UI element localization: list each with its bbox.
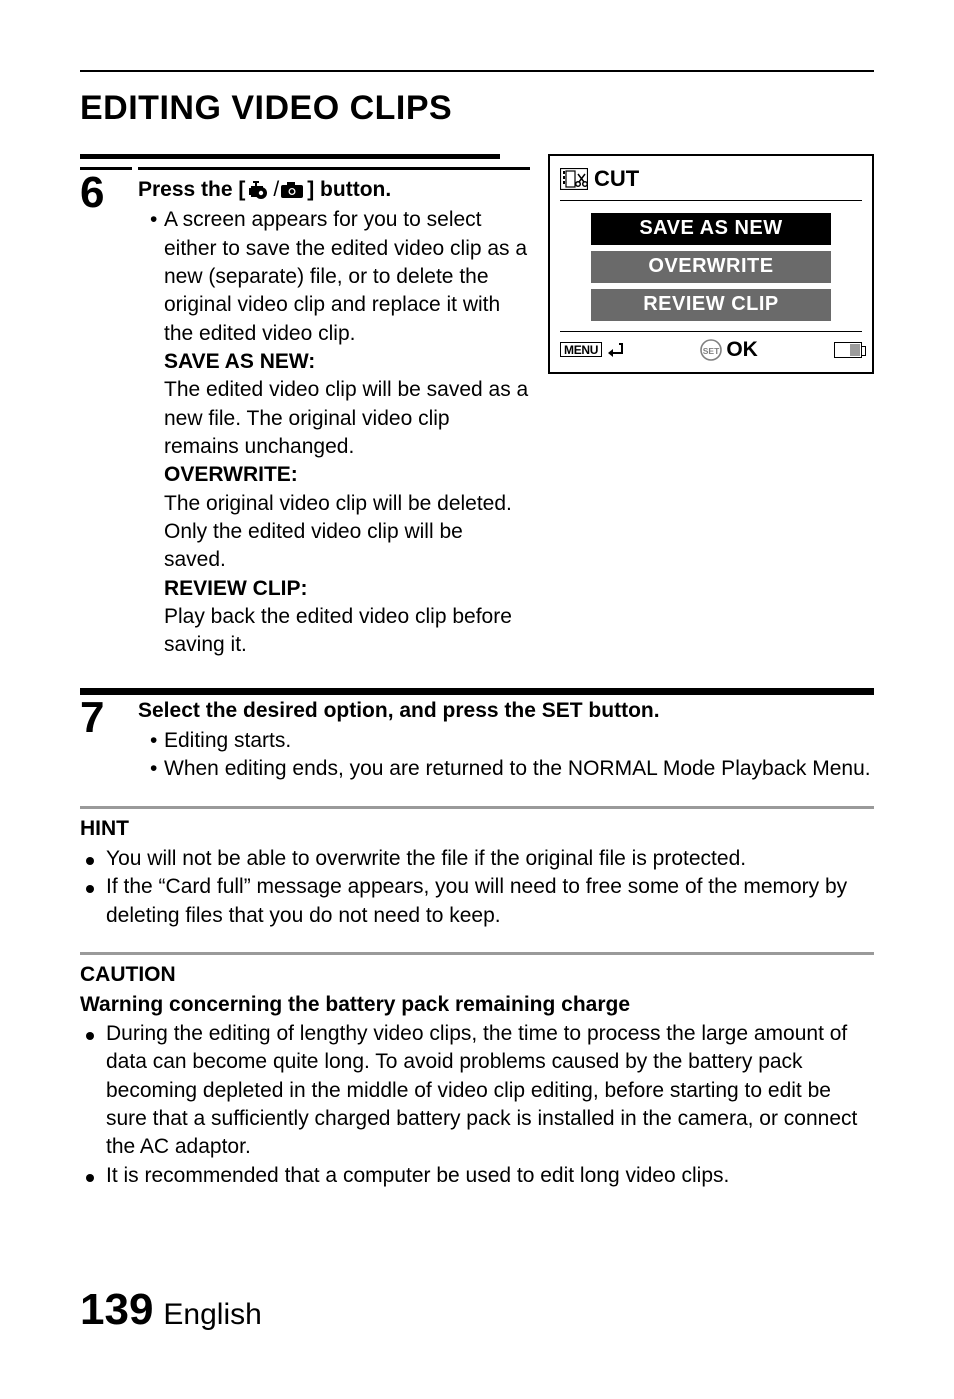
hint-label: HINT (80, 815, 874, 843)
video-camera-icon (249, 181, 271, 199)
review-clip-text: Play back the edited video clip before s… (164, 603, 530, 660)
bullet-dot: • (150, 206, 164, 348)
step-6-heading: Press the [ / (138, 176, 530, 204)
menu-item-save-as-new: SAVE AS NEW (591, 213, 831, 245)
step-6: 6 Press the [ (80, 167, 530, 660)
bullet-dot: • (150, 755, 164, 783)
caution-label: CAUTION (80, 961, 874, 989)
caution-bullet-2: It is recommended that a computer be use… (106, 1162, 729, 1190)
hint-bullet-2: If the “Card full” message appears, you … (106, 873, 874, 930)
caution-subheading: Warning concerning the battery pack rema… (80, 991, 874, 1019)
step-7-bullet-2: When editing ends, you are returned to t… (164, 755, 871, 783)
page-number: 139 (80, 1280, 153, 1339)
slash-separator: / (273, 176, 279, 204)
battery-icon (834, 342, 862, 358)
svg-text:SET: SET (703, 346, 720, 356)
set-button-icon: SET (700, 339, 722, 361)
step-7: 7 Select the desired option, and press t… (80, 695, 874, 784)
hint-bullet-1: You will not be able to overwrite the fi… (106, 845, 746, 873)
screen-title: CUT (594, 164, 639, 194)
ok-label: OK (726, 336, 758, 364)
bullet-dot (86, 1020, 106, 1162)
bullet-dot (86, 873, 106, 930)
review-clip-label: REVIEW CLIP: (164, 575, 530, 603)
photo-camera-icon (281, 182, 303, 198)
page-footer: 139 English (80, 1280, 874, 1339)
bullet-dot (86, 845, 106, 873)
step-7-heading: Select the desired option, and press the… (138, 697, 874, 725)
step-7-head-text: Select the desired option, and press the… (138, 697, 660, 725)
page-language: English (163, 1295, 261, 1336)
save-as-new-text: The edited video clip will be saved as a… (164, 376, 530, 461)
bullet-dot (86, 1162, 106, 1190)
menu-badge: MENU (560, 342, 602, 357)
menu-item-overwrite: OVERWRITE (591, 251, 831, 283)
page-title: EDITING VIDEO CLIPS (80, 86, 874, 132)
bullet-dot: • (150, 727, 164, 755)
save-as-new-label: SAVE AS NEW: (164, 348, 530, 376)
step-7-bullet-1: Editing starts. (164, 727, 291, 755)
overwrite-text: The original video clip will be deleted.… (164, 490, 530, 575)
camera-screen: CUT SAVE AS NEW OVERWRITE REVIEW CLIP ME… (548, 154, 874, 374)
return-arrow-icon (606, 342, 624, 358)
menu-item-review-clip: REVIEW CLIP (591, 289, 831, 321)
caution-bullet-1: During the editing of lengthy video clip… (106, 1020, 874, 1162)
overwrite-label: OVERWRITE: (164, 461, 530, 489)
step-6-number: 6 (80, 170, 132, 216)
edit-cut-icon (560, 168, 588, 190)
step-6-head-prefix: Press the [ (138, 176, 245, 204)
step-6-bullet-1: A screen appears for you to select eithe… (164, 206, 530, 348)
step-6-head-suffix: ] button. (307, 176, 391, 204)
step-7-number: 7 (80, 695, 132, 741)
